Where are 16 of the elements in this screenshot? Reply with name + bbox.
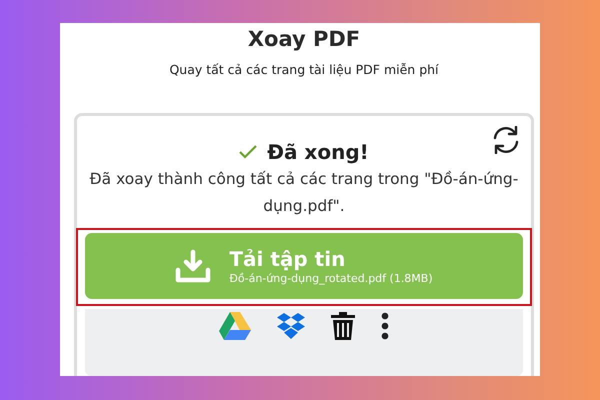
page-subtitle: Quay tất cả các trang tài liệu PDF miễn phí [169, 62, 439, 77]
download-icon [175, 249, 212, 283]
more-icon [381, 312, 389, 340]
more-button[interactable] [381, 312, 389, 340]
status-text: Đã xong! [267, 140, 369, 164]
drive-icon [219, 312, 251, 340]
delete-button[interactable] [331, 312, 355, 340]
checkmark-icon [239, 145, 258, 159]
page-title: Xoay PDF [248, 27, 360, 51]
trash-icon [331, 312, 355, 340]
dropbox-icon [277, 312, 305, 340]
result-message: Đã xoay thành công tất cả các trang trong "Đồ-án-ứng-dụng.pdf". [88, 169, 520, 217]
refresh-icon[interactable] [491, 126, 521, 154]
dropbox-button[interactable] [277, 312, 305, 340]
download-button[interactable]: Tải tập tin Đồ-án-ứng-dụng_rotated.pdf (1.8MB) [85, 233, 523, 299]
drive-button[interactable] [219, 312, 251, 340]
